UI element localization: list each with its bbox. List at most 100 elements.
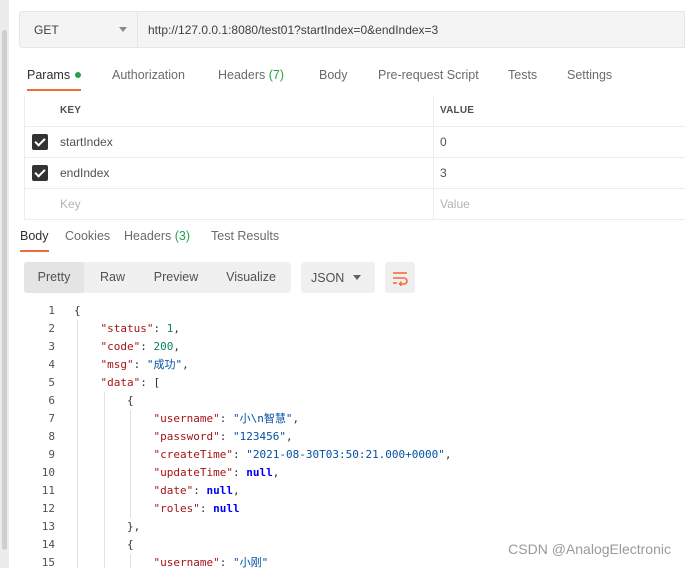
line-number: 4 xyxy=(48,358,55,371)
tab-test-results[interactable]: Test Results xyxy=(211,226,279,252)
tab-tests[interactable]: Tests xyxy=(508,63,537,91)
response-tabs: Body Cookies Headers (3) Test Results xyxy=(12,226,685,252)
code-text: "roles": null xyxy=(153,502,240,515)
param-value[interactable]: 0 xyxy=(440,127,447,157)
chevron-down-icon xyxy=(353,275,361,280)
code-text: "date": null, xyxy=(153,484,240,497)
code-text: "msg": "成功", xyxy=(100,358,189,371)
code-text: "createTime": "2021-08-30T03:50:21.000+0… xyxy=(153,448,452,461)
code-text: "password": "123456", xyxy=(153,430,293,443)
key-header: KEY xyxy=(60,105,82,116)
line-number: 1 xyxy=(48,304,55,317)
tab-params[interactable]: Params xyxy=(27,63,82,91)
code-line: 3 "code": 200, xyxy=(24,338,685,356)
tab-response-headers[interactable]: Headers (3) xyxy=(124,226,190,252)
code-text: { xyxy=(127,538,134,551)
indent-guide xyxy=(103,392,105,568)
table-row: startIndex 0 xyxy=(24,127,685,158)
param-key[interactable]: startIndex xyxy=(60,127,113,157)
line-number: 3 xyxy=(48,340,55,353)
code-text: }, xyxy=(127,520,141,533)
table-header-row: KEY VALUE xyxy=(24,96,685,127)
line-number: 15 xyxy=(41,556,55,568)
method-label: GET xyxy=(34,22,59,37)
line-number: 9 xyxy=(48,448,55,461)
view-mode-toggle: Pretty Raw Preview Visualize xyxy=(24,262,291,293)
wrap-lines-button[interactable] xyxy=(385,262,415,293)
visualize-button[interactable]: Visualize xyxy=(211,262,291,293)
left-scrollbar[interactable] xyxy=(0,0,9,568)
param-key[interactable]: endIndex xyxy=(60,158,109,188)
request-tabs: Params Authorization Headers (7) Body Pr… xyxy=(12,63,685,91)
code-line: 1{ xyxy=(24,302,685,320)
code-text: { xyxy=(74,304,81,317)
tab-headers-label: Headers xyxy=(218,68,266,82)
code-line: 7 "username": "小\n智慧", xyxy=(24,410,685,428)
line-number: 7 xyxy=(48,412,55,425)
code-line: 6{ xyxy=(24,392,685,410)
table-row: endIndex 3 xyxy=(24,158,685,189)
wrap-lines-icon xyxy=(393,271,408,286)
tab-settings[interactable]: Settings xyxy=(567,63,612,91)
response-body-viewer[interactable]: 1{2 "status": 1, 3 "code": 200, 4 "msg": "成功"… xyxy=(24,302,685,568)
code-line: 4 "msg": "成功", xyxy=(24,356,685,374)
watermark: CSDN @AnalogElectronic xyxy=(508,541,671,557)
checkbox-checked-icon[interactable] xyxy=(32,134,48,150)
line-number: 13 xyxy=(41,520,55,533)
line-number: 2 xyxy=(48,322,55,335)
new-key-input[interactable]: Key xyxy=(60,189,81,219)
new-param-row: Key Value xyxy=(24,189,685,220)
tab-response-body[interactable]: Body xyxy=(20,226,49,252)
request-url-bar: GET http://127.0.0.1:8080/test01?startIn… xyxy=(19,11,685,48)
line-number: 11 xyxy=(41,484,55,497)
line-number: 5 xyxy=(48,376,55,389)
code-text: { xyxy=(127,394,134,407)
tab-headers[interactable]: Headers (7) xyxy=(218,63,284,91)
line-number: 8 xyxy=(48,430,55,443)
value-header: VALUE xyxy=(440,105,475,116)
method-select[interactable]: GET xyxy=(19,11,137,48)
line-number: 12 xyxy=(41,502,55,515)
tab-prerequest-script[interactable]: Pre-request Script xyxy=(378,63,479,91)
code-line: 13}, xyxy=(24,518,685,536)
line-number: 6 xyxy=(48,394,55,407)
indent-guide xyxy=(77,320,78,568)
tab-cookies[interactable]: Cookies xyxy=(65,226,110,252)
code-line: 12 "roles": null xyxy=(24,500,685,518)
key-column xyxy=(24,96,434,126)
code-text: "updateTime": null, xyxy=(153,466,280,479)
code-text: "status": 1, xyxy=(100,322,180,335)
code-line: 11 "date": null, xyxy=(24,482,685,500)
url-input[interactable]: http://127.0.0.1:8080/test01?startIndex=… xyxy=(137,11,685,48)
tab-body[interactable]: Body xyxy=(319,63,348,91)
format-label: JSON xyxy=(311,270,345,285)
chevron-down-icon xyxy=(119,27,127,32)
pretty-button[interactable]: Pretty xyxy=(24,262,84,293)
code-text: "username": "小刚" xyxy=(153,556,269,568)
code-line: 5 "data": [ xyxy=(24,374,685,392)
line-number: 10 xyxy=(41,466,55,479)
tab-response-headers-label: Headers xyxy=(124,229,172,243)
code-text: "code": 200, xyxy=(100,340,181,353)
response-headers-count: (3) xyxy=(174,229,191,243)
code-line: 8 "password": "123456", xyxy=(24,428,685,446)
tab-authorization[interactable]: Authorization xyxy=(112,63,185,91)
param-value[interactable]: 3 xyxy=(440,158,447,188)
status-dot-icon xyxy=(75,72,82,78)
code-line: 10 "updateTime": null, xyxy=(24,464,685,482)
format-select[interactable]: JSON xyxy=(301,262,375,293)
indent-guide xyxy=(130,554,131,568)
scrollbar-thumb[interactable] xyxy=(2,30,7,550)
headers-count: (7) xyxy=(268,68,285,82)
preview-button[interactable]: Preview xyxy=(141,262,211,293)
tab-params-label: Params xyxy=(27,68,71,82)
code-line: 2 "status": 1, xyxy=(24,320,685,338)
code-text: "data": [ xyxy=(100,376,161,389)
key-cell xyxy=(24,189,434,219)
indent-guide xyxy=(130,410,131,518)
raw-button[interactable]: Raw xyxy=(84,262,141,293)
new-value-input[interactable]: Value xyxy=(440,189,470,219)
code-line: 9 "createTime": "2021-08-30T03:50:21.000+… xyxy=(24,446,685,464)
checkbox-checked-icon[interactable] xyxy=(32,165,48,181)
line-number: 14 xyxy=(41,538,55,551)
